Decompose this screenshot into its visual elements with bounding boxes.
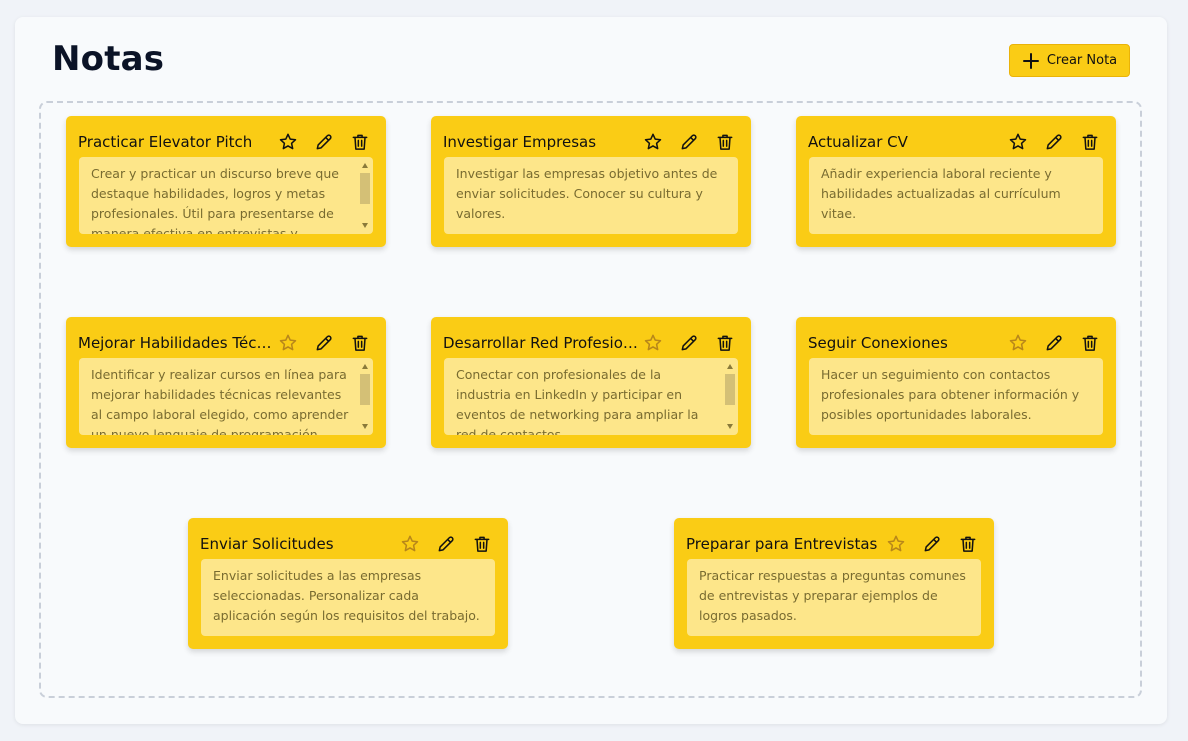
scroll-up-icon[interactable]	[727, 364, 733, 369]
scroll-down-icon[interactable]	[362, 223, 368, 228]
note-actions	[884, 532, 980, 556]
pencil-icon[interactable]	[434, 532, 458, 556]
note-text: Crear y practicar un discurso breve que …	[91, 166, 339, 234]
note-title: Desarrollar Red Profesional	[443, 334, 638, 352]
notes-panel: Notas Crear Nota Practicar Elevator Pitc…	[15, 17, 1167, 724]
note-card[interactable]: Mejorar Habilidades Técnicas Identificar…	[66, 317, 386, 448]
scrollbar[interactable]	[359, 159, 371, 232]
trash-icon[interactable]	[348, 331, 372, 355]
scroll-down-icon[interactable]	[362, 424, 368, 429]
note-title: Preparar para Entrevistas	[686, 535, 878, 553]
note-body[interactable]: Investigar las empresas objetivo antes d…	[444, 157, 738, 234]
note-actions	[641, 331, 737, 355]
note-card[interactable]: Practicar Elevator Pitch Crear y practic…	[66, 116, 386, 247]
pencil-icon[interactable]	[920, 532, 944, 556]
pencil-icon[interactable]	[1042, 331, 1066, 355]
scroll-up-icon[interactable]	[362, 364, 368, 369]
note-body[interactable]: Conectar con profesionales de la industr…	[444, 358, 738, 435]
note-actions	[398, 532, 494, 556]
note-title: Investigar Empresas	[443, 133, 597, 151]
note-card[interactable]: Actualizar CV Añadir experiencia laboral…	[796, 116, 1116, 247]
note-actions	[1006, 331, 1102, 355]
star-icon[interactable]	[1006, 130, 1030, 154]
note-body[interactable]: Hacer un seguimiento con contactos profe…	[809, 358, 1103, 435]
note-text: Enviar solicitudes a las empresas selecc…	[213, 568, 480, 623]
scroll-thumb[interactable]	[360, 173, 370, 204]
star-icon[interactable]	[884, 532, 908, 556]
trash-icon[interactable]	[470, 532, 494, 556]
star-icon[interactable]	[398, 532, 422, 556]
page-title: Notas	[52, 39, 165, 79]
star-icon[interactable]	[641, 130, 665, 154]
note-card[interactable]: Preparar para Entrevistas Practicar resp…	[674, 518, 994, 649]
create-note-label: Crear Nota	[1046, 53, 1118, 68]
star-icon[interactable]	[1006, 331, 1030, 355]
note-body[interactable]: Añadir experiencia laboral reciente y ha…	[809, 157, 1103, 234]
note-body[interactable]: Crear y practicar un discurso breve que …	[79, 157, 373, 234]
notes-board: Practicar Elevator Pitch Crear y practic…	[39, 101, 1142, 698]
note-card[interactable]: Desarrollar Red Profesional Conectar con…	[431, 317, 751, 448]
note-text: Practicar respuestas a preguntas comunes…	[699, 568, 966, 623]
note-card[interactable]: Investigar Empresas Investigar las empre…	[431, 116, 751, 247]
trash-icon[interactable]	[1078, 130, 1102, 154]
star-icon[interactable]	[641, 331, 665, 355]
trash-icon[interactable]	[348, 130, 372, 154]
note-title: Enviar Solicitudes	[200, 535, 334, 553]
note-title: Seguir Conexiones	[808, 334, 948, 352]
scroll-down-icon[interactable]	[727, 424, 733, 429]
note-text: Investigar las empresas objetivo antes d…	[456, 166, 718, 221]
note-body[interactable]: Practicar respuestas a preguntas comunes…	[687, 559, 981, 636]
scroll-up-icon[interactable]	[362, 163, 368, 168]
trash-icon[interactable]	[713, 130, 737, 154]
star-icon[interactable]	[276, 331, 300, 355]
plus-icon	[1022, 52, 1040, 70]
pencil-icon[interactable]	[677, 130, 701, 154]
scrollbar[interactable]	[359, 360, 371, 433]
note-actions	[276, 130, 372, 154]
scroll-thumb[interactable]	[725, 374, 735, 405]
note-card[interactable]: Seguir Conexiones Hacer un seguimiento c…	[796, 317, 1116, 448]
trash-icon[interactable]	[1078, 331, 1102, 355]
note-body[interactable]: Enviar solicitudes a las empresas selecc…	[201, 559, 495, 636]
note-actions	[276, 331, 372, 355]
note-actions	[641, 130, 737, 154]
note-card[interactable]: Enviar Solicitudes Enviar solicitudes a …	[188, 518, 508, 649]
pencil-icon[interactable]	[1042, 130, 1066, 154]
trash-icon[interactable]	[956, 532, 980, 556]
note-body[interactable]: Identificar y realizar cursos en línea p…	[79, 358, 373, 435]
pencil-icon[interactable]	[677, 331, 701, 355]
note-text: Añadir experiencia laboral reciente y ha…	[821, 166, 1061, 221]
star-icon[interactable]	[276, 130, 300, 154]
note-title: Practicar Elevator Pitch	[78, 133, 253, 151]
note-text: Identificar y realizar cursos en línea p…	[91, 367, 349, 435]
note-actions	[1006, 130, 1102, 154]
pencil-icon[interactable]	[312, 130, 336, 154]
note-text: Conectar con profesionales de la industr…	[456, 367, 699, 435]
note-text: Hacer un seguimiento con contactos profe…	[821, 367, 1080, 422]
pencil-icon[interactable]	[312, 331, 336, 355]
scrollbar[interactable]	[724, 360, 736, 433]
create-note-button[interactable]: Crear Nota	[1009, 44, 1130, 77]
scroll-thumb[interactable]	[360, 374, 370, 405]
note-title: Mejorar Habilidades Técnicas	[78, 334, 273, 352]
trash-icon[interactable]	[713, 331, 737, 355]
note-title: Actualizar CV	[808, 133, 908, 151]
